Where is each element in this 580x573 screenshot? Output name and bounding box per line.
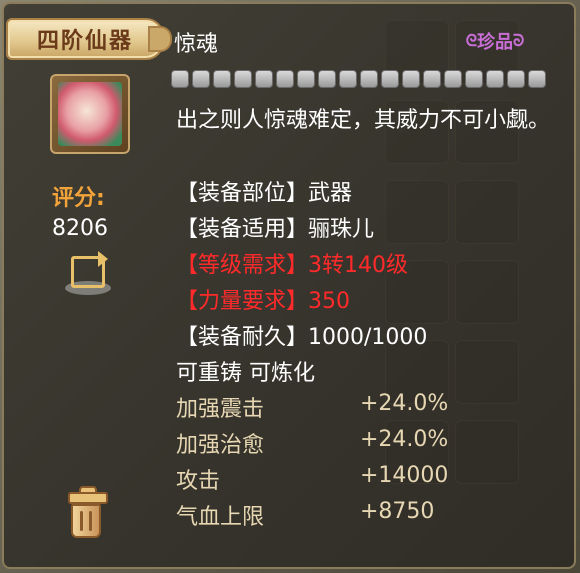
attribute-value: +24.0% — [360, 391, 449, 416]
info-reforge-refine: 可重铸 可炼化 — [176, 361, 315, 386]
gem-slot — [465, 70, 483, 88]
gem-slot — [507, 70, 525, 88]
gem-slot — [297, 70, 315, 88]
gem-slot — [444, 70, 462, 88]
info-equip-slot: 【装备部位】武器 — [176, 181, 353, 206]
gem-slot-row — [171, 70, 546, 88]
discard-button[interactable] — [64, 486, 108, 542]
info-durability: 【装备耐久】1000/1000 — [176, 325, 428, 350]
gem-slot — [423, 70, 441, 88]
share-button[interactable] — [64, 249, 112, 295]
tier-tag: 四阶仙器 — [6, 18, 172, 60]
gem-slot — [528, 70, 546, 88]
item-name: 惊魂 — [174, 32, 219, 57]
share-icon — [71, 251, 108, 288]
attribute-row: 加强治愈 +24.0% — [176, 427, 448, 459]
item-tooltip: 四阶仙器 惊魂 ᘓ 珍品 ᘐ 评分: 8206 出之则人惊魂难定，其威力不可小觑… — [2, 2, 576, 569]
attribute-name: 加强治愈 — [176, 433, 265, 458]
rarity-badge: ᘓ 珍品 ᘐ — [454, 28, 536, 54]
gem-slot — [486, 70, 504, 88]
gem-slot — [234, 70, 252, 88]
item-description: 出之则人惊魂难定，其威力不可小觑。 — [176, 108, 551, 133]
gem-slot — [213, 70, 231, 88]
gem-slot — [360, 70, 378, 88]
info-strength-requirement: 【力量要求】350 — [176, 289, 350, 314]
gem-slot — [402, 70, 420, 88]
attribute-name: 气血上限 — [176, 505, 265, 530]
gem-slot — [339, 70, 357, 88]
flower-weapon-icon — [58, 82, 122, 146]
rarity-label: 珍品 — [477, 32, 513, 53]
attribute-value: +8750 — [360, 499, 435, 524]
gem-slot — [318, 70, 336, 88]
info-equip-class: 【装备适用】骊珠儿 — [176, 217, 375, 242]
gem-slot — [255, 70, 273, 88]
score-value: 8206 — [52, 216, 108, 241]
trash-icon — [71, 504, 101, 538]
rarity-left-flourish-icon: ᘓ — [465, 31, 477, 50]
attribute-name: 攻击 — [176, 469, 221, 494]
attribute-name: 加强震击 — [176, 397, 265, 422]
tier-tag-label: 四阶仙器 — [36, 29, 133, 54]
item-icon-frame[interactable] — [50, 74, 130, 154]
gem-slot — [276, 70, 294, 88]
attribute-row: 攻击 +14000 — [176, 463, 448, 495]
gem-slot — [192, 70, 210, 88]
attribute-row: 气血上限 +8750 — [176, 499, 434, 531]
attribute-value: +24.0% — [360, 427, 449, 452]
gem-slot — [381, 70, 399, 88]
info-level-requirement: 【等级需求】3转140级 — [176, 253, 408, 278]
attribute-value: +14000 — [360, 463, 449, 488]
score-label: 评分: — [52, 186, 105, 211]
attribute-row: 加强震击 +24.0% — [176, 391, 448, 423]
gem-slot — [171, 70, 189, 88]
tier-tag-end-decoration — [148, 26, 172, 52]
rarity-right-flourish-icon: ᘐ — [513, 31, 525, 50]
